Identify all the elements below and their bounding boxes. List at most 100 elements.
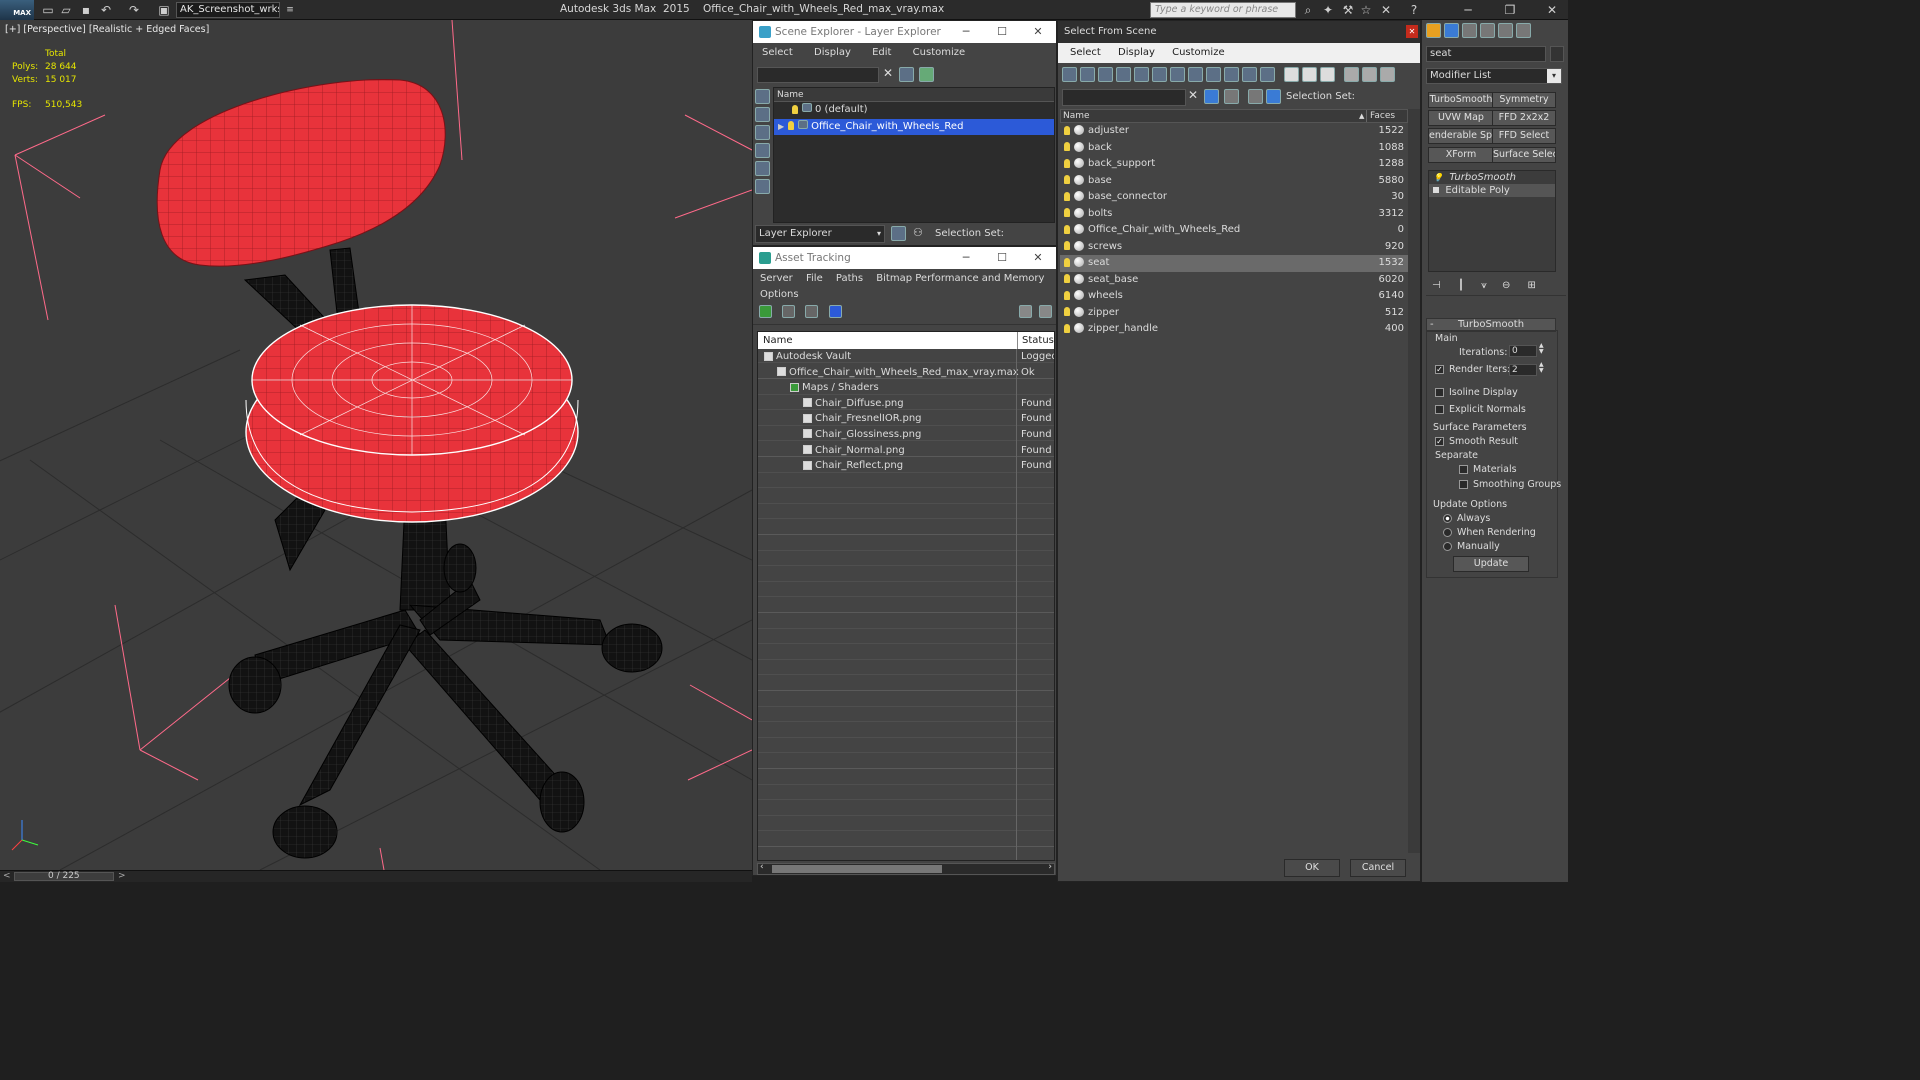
filter-xrefs-icon[interactable] (1188, 67, 1203, 82)
at-thumbnail-icon[interactable] (805, 305, 819, 318)
binoculars-icon[interactable]: ⌕ (1300, 2, 1316, 18)
se-menu-display[interactable]: Display (814, 47, 851, 58)
object-row[interactable]: bolts 3312 (1060, 206, 1408, 223)
radio-icon[interactable] (1443, 542, 1452, 551)
expand-arrow-icon[interactable]: ▶ (778, 122, 784, 131)
stack-item-editable-poly[interactable]: Editable Poly (1429, 184, 1555, 197)
tools-icon[interactable]: ✦ (1320, 2, 1336, 18)
remove-modifier-icon[interactable]: ⊖ (1502, 280, 1510, 291)
filter-geometry-icon[interactable] (1062, 67, 1077, 82)
object-row[interactable]: adjuster 1522 (1060, 123, 1408, 140)
sfs-filter-active-icon[interactable] (1204, 89, 1219, 104)
pin-stack-icon[interactable]: ⊣ (1432, 280, 1441, 291)
workspace-dropdown[interactable]: AK_Screenshot_wrksp (176, 2, 280, 18)
at-menu-file[interactable]: File (806, 273, 823, 284)
make-unique-icon[interactable]: ⩛ (1481, 280, 1487, 291)
se-display-helpers-icon[interactable] (755, 161, 770, 176)
light-bulb-icon[interactable] (1064, 290, 1070, 300)
light-bulb-icon[interactable] (1064, 158, 1070, 168)
light-bulb-icon[interactable] (1064, 142, 1070, 151)
undo-icon[interactable]: ↶ (98, 2, 114, 18)
at-table-icon[interactable] (828, 305, 842, 318)
time-slider[interactable]: < > (0, 870, 752, 882)
checkbox-checked-icon[interactable]: ✓ (1435, 365, 1444, 374)
favorites-star-icon[interactable]: ☆ (1358, 2, 1374, 18)
filter-spacewarps-icon[interactable] (1152, 67, 1167, 82)
at-list-icon[interactable] (782, 305, 796, 318)
filter-lights-icon[interactable] (1098, 67, 1113, 82)
motion-tab-icon[interactable] (1480, 23, 1495, 38)
sfs-titlebar[interactable]: Select From Scene ✕ (1058, 21, 1420, 43)
project-folder-icon[interactable]: ▣ (156, 2, 172, 18)
render-iters-spinner[interactable]: 2 (1509, 364, 1537, 376)
filter-bones-icon[interactable] (1206, 67, 1221, 82)
symmetry-button[interactable]: Symmetry (1492, 92, 1556, 108)
layer-row-selected[interactable]: ▶ Office_Chair_with_Wheels_Red (774, 118, 1054, 135)
layer-row[interactable]: 0 (default) (774, 102, 1054, 119)
se-search-input[interactable] (757, 67, 879, 83)
object-row[interactable]: screws 920 (1060, 239, 1408, 256)
object-name-input[interactable]: seat (1426, 46, 1546, 62)
layer-explorer-dropdown[interactable]: Layer Explorer ▾ (755, 225, 885, 243)
open-file-icon[interactable]: ▱ (58, 2, 74, 18)
light-bulb-icon[interactable] (1064, 257, 1070, 267)
object-row[interactable]: back_support 1288 (1060, 156, 1408, 173)
object-row[interactable]: zipper_handle 400 (1060, 321, 1408, 338)
object-row[interactable]: base 5880 (1060, 173, 1408, 190)
uvw-map-button[interactable]: UVW Map (1428, 110, 1494, 126)
checkbox-icon[interactable] (1459, 465, 1468, 474)
light-bulb-icon[interactable] (1064, 175, 1070, 184)
always-radio[interactable]: Always (1443, 513, 1490, 524)
radio-selected-icon[interactable] (1443, 514, 1452, 523)
light-bulb-icon[interactable] (1064, 241, 1070, 250)
at-maximize-icon[interactable]: ☐ (984, 247, 1020, 269)
ffd-2x2x2-button[interactable]: FFD 2x2x2 (1492, 110, 1556, 126)
render-iters-spin-arrows-icon[interactable]: ▲ ▼ (1539, 362, 1544, 374)
scroll-right-icon[interactable]: › (1048, 862, 1052, 872)
sort-ascending-icon[interactable]: ▲ (1359, 110, 1364, 122)
cancel-button[interactable]: Cancel (1350, 859, 1406, 877)
modifier-list-dropdown[interactable]: Modifier List ▾ (1426, 68, 1562, 84)
workspace-menu-icon[interactable]: ≡ (282, 2, 298, 18)
sfs-search-input[interactable] (1062, 89, 1186, 106)
object-col-faces[interactable]: Faces (1366, 110, 1395, 122)
light-bulb-icon[interactable] (1064, 323, 1070, 333)
select-invert-icon[interactable] (1320, 67, 1335, 82)
sfs-layers-icon[interactable] (1248, 89, 1263, 104)
checkbox-checked-icon[interactable]: ✓ (1435, 437, 1444, 446)
filter-containers-icon[interactable] (1224, 67, 1239, 82)
at-menu-options[interactable]: Options (760, 289, 799, 300)
subscription-icon[interactable]: ⚒ (1340, 2, 1356, 18)
se-display-geometry-icon[interactable] (755, 89, 770, 104)
at-menu-server[interactable]: Server (760, 273, 793, 284)
minimize-icon[interactable]: ─ (1460, 2, 1476, 18)
filter-options-icon[interactable] (1362, 67, 1377, 82)
object-row[interactable]: wheels 6140 (1060, 288, 1408, 305)
object-row[interactable]: zipper 512 (1060, 305, 1408, 322)
new-file-icon[interactable]: ▭ (40, 2, 56, 18)
se-menu-edit[interactable]: Edit (872, 47, 891, 58)
sfs-menu-select[interactable]: Select (1070, 47, 1101, 58)
time-prev-icon[interactable]: < (3, 871, 11, 881)
filter-hidden-icon[interactable] (1260, 67, 1275, 82)
surface-select-button[interactable]: Surface Select (1492, 147, 1556, 163)
layer-tree-header[interactable]: Name (774, 88, 1054, 102)
se-display-lights-icon[interactable] (755, 125, 770, 140)
smoothing-groups-checkbox[interactable]: Smoothing Groups (1459, 479, 1561, 490)
filter-cameras-icon[interactable] (1116, 67, 1131, 82)
restore-icon[interactable]: ❐ (1502, 2, 1518, 18)
scene-explorer-titlebar[interactable]: Scene Explorer - Layer Explorer ─ ☐ ✕ (753, 21, 1056, 43)
explicit-normals-checkbox[interactable]: Explicit Normals (1435, 404, 1526, 415)
app-logo-icon[interactable]: MAX (0, 0, 34, 20)
object-color-swatch[interactable] (1550, 46, 1564, 62)
materials-checkbox[interactable]: Materials (1459, 464, 1517, 475)
at-menu-bitmap[interactable]: Bitmap Performance and Memory (876, 273, 1044, 284)
light-bulb-icon[interactable] (788, 121, 795, 130)
filter-frozen-icon[interactable] (1242, 67, 1257, 82)
se-display-shapes-icon[interactable] (755, 107, 770, 122)
asset-tracking-titlebar[interactable]: Asset Tracking ─ ☐ ✕ (753, 247, 1056, 269)
at-minimize-icon[interactable]: ─ (948, 247, 984, 269)
at-settings-icon[interactable] (1039, 305, 1052, 318)
hierarchy-tab-icon[interactable] (1462, 23, 1477, 38)
radio-icon[interactable] (1443, 528, 1452, 537)
